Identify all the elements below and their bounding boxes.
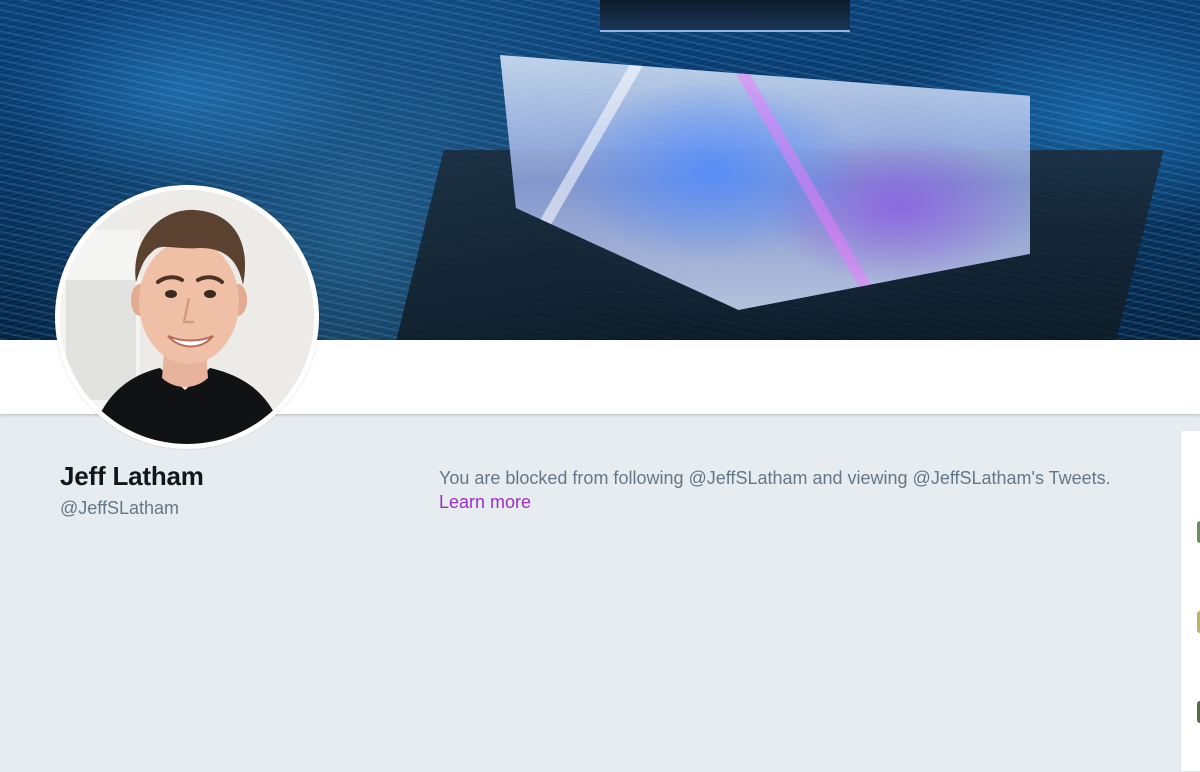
blocked-notice: You are blocked from following @JeffSLat… (439, 466, 1159, 514)
sidebar-card (1180, 430, 1200, 772)
profile-name: Jeff Latham (60, 461, 204, 491)
profile-avatar[interactable] (55, 185, 319, 449)
profile-handle[interactable]: @JeffSLatham (60, 498, 179, 519)
avatar-portrait (60, 190, 314, 444)
learn-more-link[interactable]: Learn more (439, 492, 531, 512)
blocked-message: You are blocked from following @JeffSLat… (439, 468, 1111, 488)
banner-hanging-screen (600, 0, 850, 32)
